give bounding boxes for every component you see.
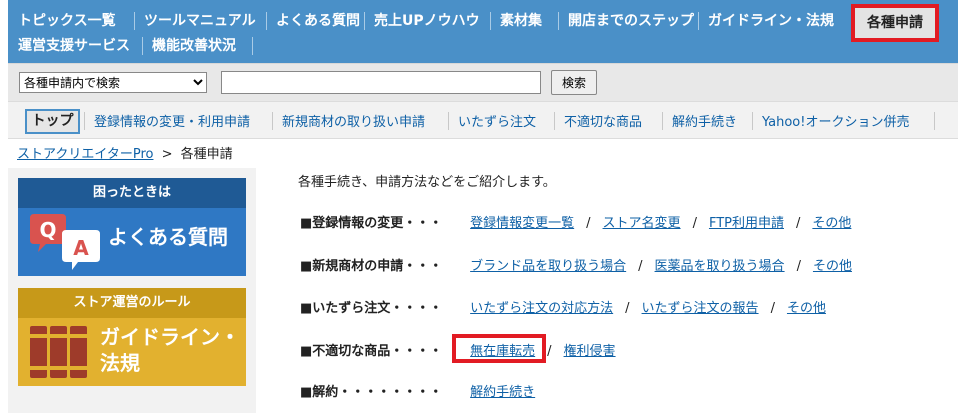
breadcrumb-separator: > <box>161 147 173 162</box>
row-cancellation: ■解約・・・・・・・・ 解約手続き <box>300 381 535 400</box>
link-prank-handling[interactable]: いたずら注文の対応方法 <box>470 301 613 316</box>
subnav-divider <box>662 112 663 130</box>
nav-divider <box>134 12 135 30</box>
faq-banner[interactable]: 困ったときは Q A よくある質問 <box>18 178 246 276</box>
link-prank-other[interactable]: その他 <box>787 301 826 316</box>
nav-support-services[interactable]: 運営支援サービス <box>18 33 130 59</box>
nav-divider <box>252 37 253 55</box>
link-pharmaceuticals[interactable]: 医薬品を取り扱う場合 <box>655 259 785 274</box>
row-label: ■解約・・・・・・・・ <box>300 385 443 400</box>
nav-divider <box>490 12 491 30</box>
subnav-divider <box>752 112 753 130</box>
faq-banner-header: 困ったときは <box>18 178 246 208</box>
nav-opening-steps[interactable]: 開店までのステップ <box>568 8 694 34</box>
link-separator: / <box>770 301 775 316</box>
row-prank-orders: ■いたずら注文・・・・ いたずら注文の対応方法 / いたずら注文の報告 / その他 <box>300 297 826 316</box>
subnav-top[interactable]: トップ <box>25 109 80 134</box>
subnav-registration[interactable]: 登録情報の変更・利用申請 <box>94 111 250 130</box>
nav-topics[interactable]: トピックス一覧 <box>18 8 116 34</box>
link-separator: / <box>692 216 697 231</box>
subnav-yahoo-auction[interactable]: Yahoo!オークション併売 <box>762 111 909 130</box>
nav-applications-active[interactable]: 各種申請 <box>851 4 939 42</box>
svg-text:Q: Q <box>39 218 56 242</box>
search-bar: 各種申請内で検索 検索 <box>8 63 958 101</box>
guideline-banner-body: ガイドライン・ 法規 <box>18 318 246 386</box>
subnav-divider <box>84 112 85 130</box>
nav-tool-manual[interactable]: ツールマニュアル <box>144 8 256 34</box>
row-label: ■不適切な商品・・・・ <box>300 344 443 359</box>
guideline-title-line1: ガイドライン・ <box>100 325 240 349</box>
svg-text:A: A <box>73 236 89 260</box>
top-nav: トピックス一覧 ツールマニュアル よくある質問 売上UPノウハウ 素材集 開店ま… <box>8 0 958 63</box>
link-cancellation[interactable]: 解約手続き <box>470 385 535 400</box>
faq-banner-body: Q A よくある質問 <box>18 208 246 276</box>
highlight-box <box>452 334 546 363</box>
nav-applications-label: 各種申請 <box>867 15 923 31</box>
left-panel: 困ったときは Q A よくある質問 ストア運営のルール ガイドライン・ 法規 <box>8 168 256 413</box>
link-rights-infringement[interactable]: 権利侵害 <box>564 344 616 359</box>
subnav-divider <box>554 112 555 130</box>
row-registration: ■登録情報の変更・・・ 登録情報変更一覧 / ストア名変更 / FTP利用申請 / その他 <box>300 212 851 231</box>
search-button[interactable]: 検索 <box>551 70 597 95</box>
subnav-new-products[interactable]: 新規商材の取り扱い申請 <box>282 111 425 130</box>
link-brand-goods[interactable]: ブランド品を取り扱う場合 <box>470 259 626 274</box>
nav-divider <box>266 12 267 30</box>
breadcrumb-home-link[interactable]: ストアクリエイターPro <box>17 147 153 162</box>
link-prank-report[interactable]: いたずら注文の報告 <box>642 301 759 316</box>
row-label: ■登録情報の変更・・・ <box>300 216 443 231</box>
search-scope-select[interactable]: 各種申請内で検索 <box>19 72 207 93</box>
link-separator: / <box>586 216 591 231</box>
breadcrumb-current: 各種申請 <box>180 147 233 162</box>
link-separator: / <box>547 344 552 359</box>
link-new-products-other[interactable]: その他 <box>813 259 852 274</box>
subnav-cancellation[interactable]: 解約手続き <box>672 111 737 130</box>
row-label: ■いたずら注文・・・・ <box>300 301 443 316</box>
guideline-title-line2: 法規 <box>100 351 140 375</box>
row-label: ■新規商材の申請・・・ <box>300 259 443 274</box>
subnav-divider <box>272 112 273 130</box>
subnav-divider <box>448 112 449 130</box>
link-separator: / <box>796 259 801 274</box>
link-registration-list[interactable]: 登録情報変更一覧 <box>470 216 574 231</box>
link-registration-other[interactable]: その他 <box>812 216 851 231</box>
link-store-name-change[interactable]: ストア名変更 <box>603 216 681 231</box>
subnav-divider <box>934 112 935 130</box>
intro-text: 各種手続き、申請方法などをご紹介します。 <box>298 175 556 190</box>
nav-divider <box>142 37 143 55</box>
link-separator: / <box>795 216 801 231</box>
link-ftp-application[interactable]: FTP利用申請 <box>709 216 784 231</box>
guideline-banner-header: ストア運営のルール <box>18 288 246 318</box>
guideline-banner-title: ガイドライン・ 法規 <box>100 324 240 376</box>
qa-speech-icon: Q A <box>30 214 100 270</box>
nav-divider <box>558 12 559 30</box>
link-separator: / <box>625 301 630 316</box>
sub-nav: トップ 登録情報の変更・利用申請 新規商材の取り扱い申請 いたずら注文 不適切な… <box>8 101 958 139</box>
nav-sales-knowhow[interactable]: 売上UPノウハウ <box>374 8 480 34</box>
books-icon <box>30 326 87 378</box>
guideline-banner[interactable]: ストア運営のルール ガイドライン・ 法規 <box>18 288 246 386</box>
faq-banner-title: よくある質問 <box>108 225 228 249</box>
nav-divider <box>698 12 699 30</box>
nav-materials[interactable]: 素材集 <box>500 8 542 34</box>
subnav-prank-orders[interactable]: いたずら注文 <box>458 111 536 130</box>
link-separator: / <box>638 259 643 274</box>
nav-divider <box>364 12 365 30</box>
breadcrumb: ストアクリエイターPro > 各種申請 <box>17 143 233 162</box>
nav-faq[interactable]: よくある質問 <box>276 8 360 34</box>
nav-improvements[interactable]: 機能改善状況 <box>152 33 236 59</box>
row-new-products: ■新規商材の申請・・・ ブランド品を取り扱う場合 / 医薬品を取り扱う場合 / その他 <box>300 255 852 274</box>
subnav-inappropriate[interactable]: 不適切な商品 <box>564 111 642 130</box>
search-input[interactable] <box>221 71 541 94</box>
nav-guidelines[interactable]: ガイドライン・法規 <box>708 8 834 34</box>
